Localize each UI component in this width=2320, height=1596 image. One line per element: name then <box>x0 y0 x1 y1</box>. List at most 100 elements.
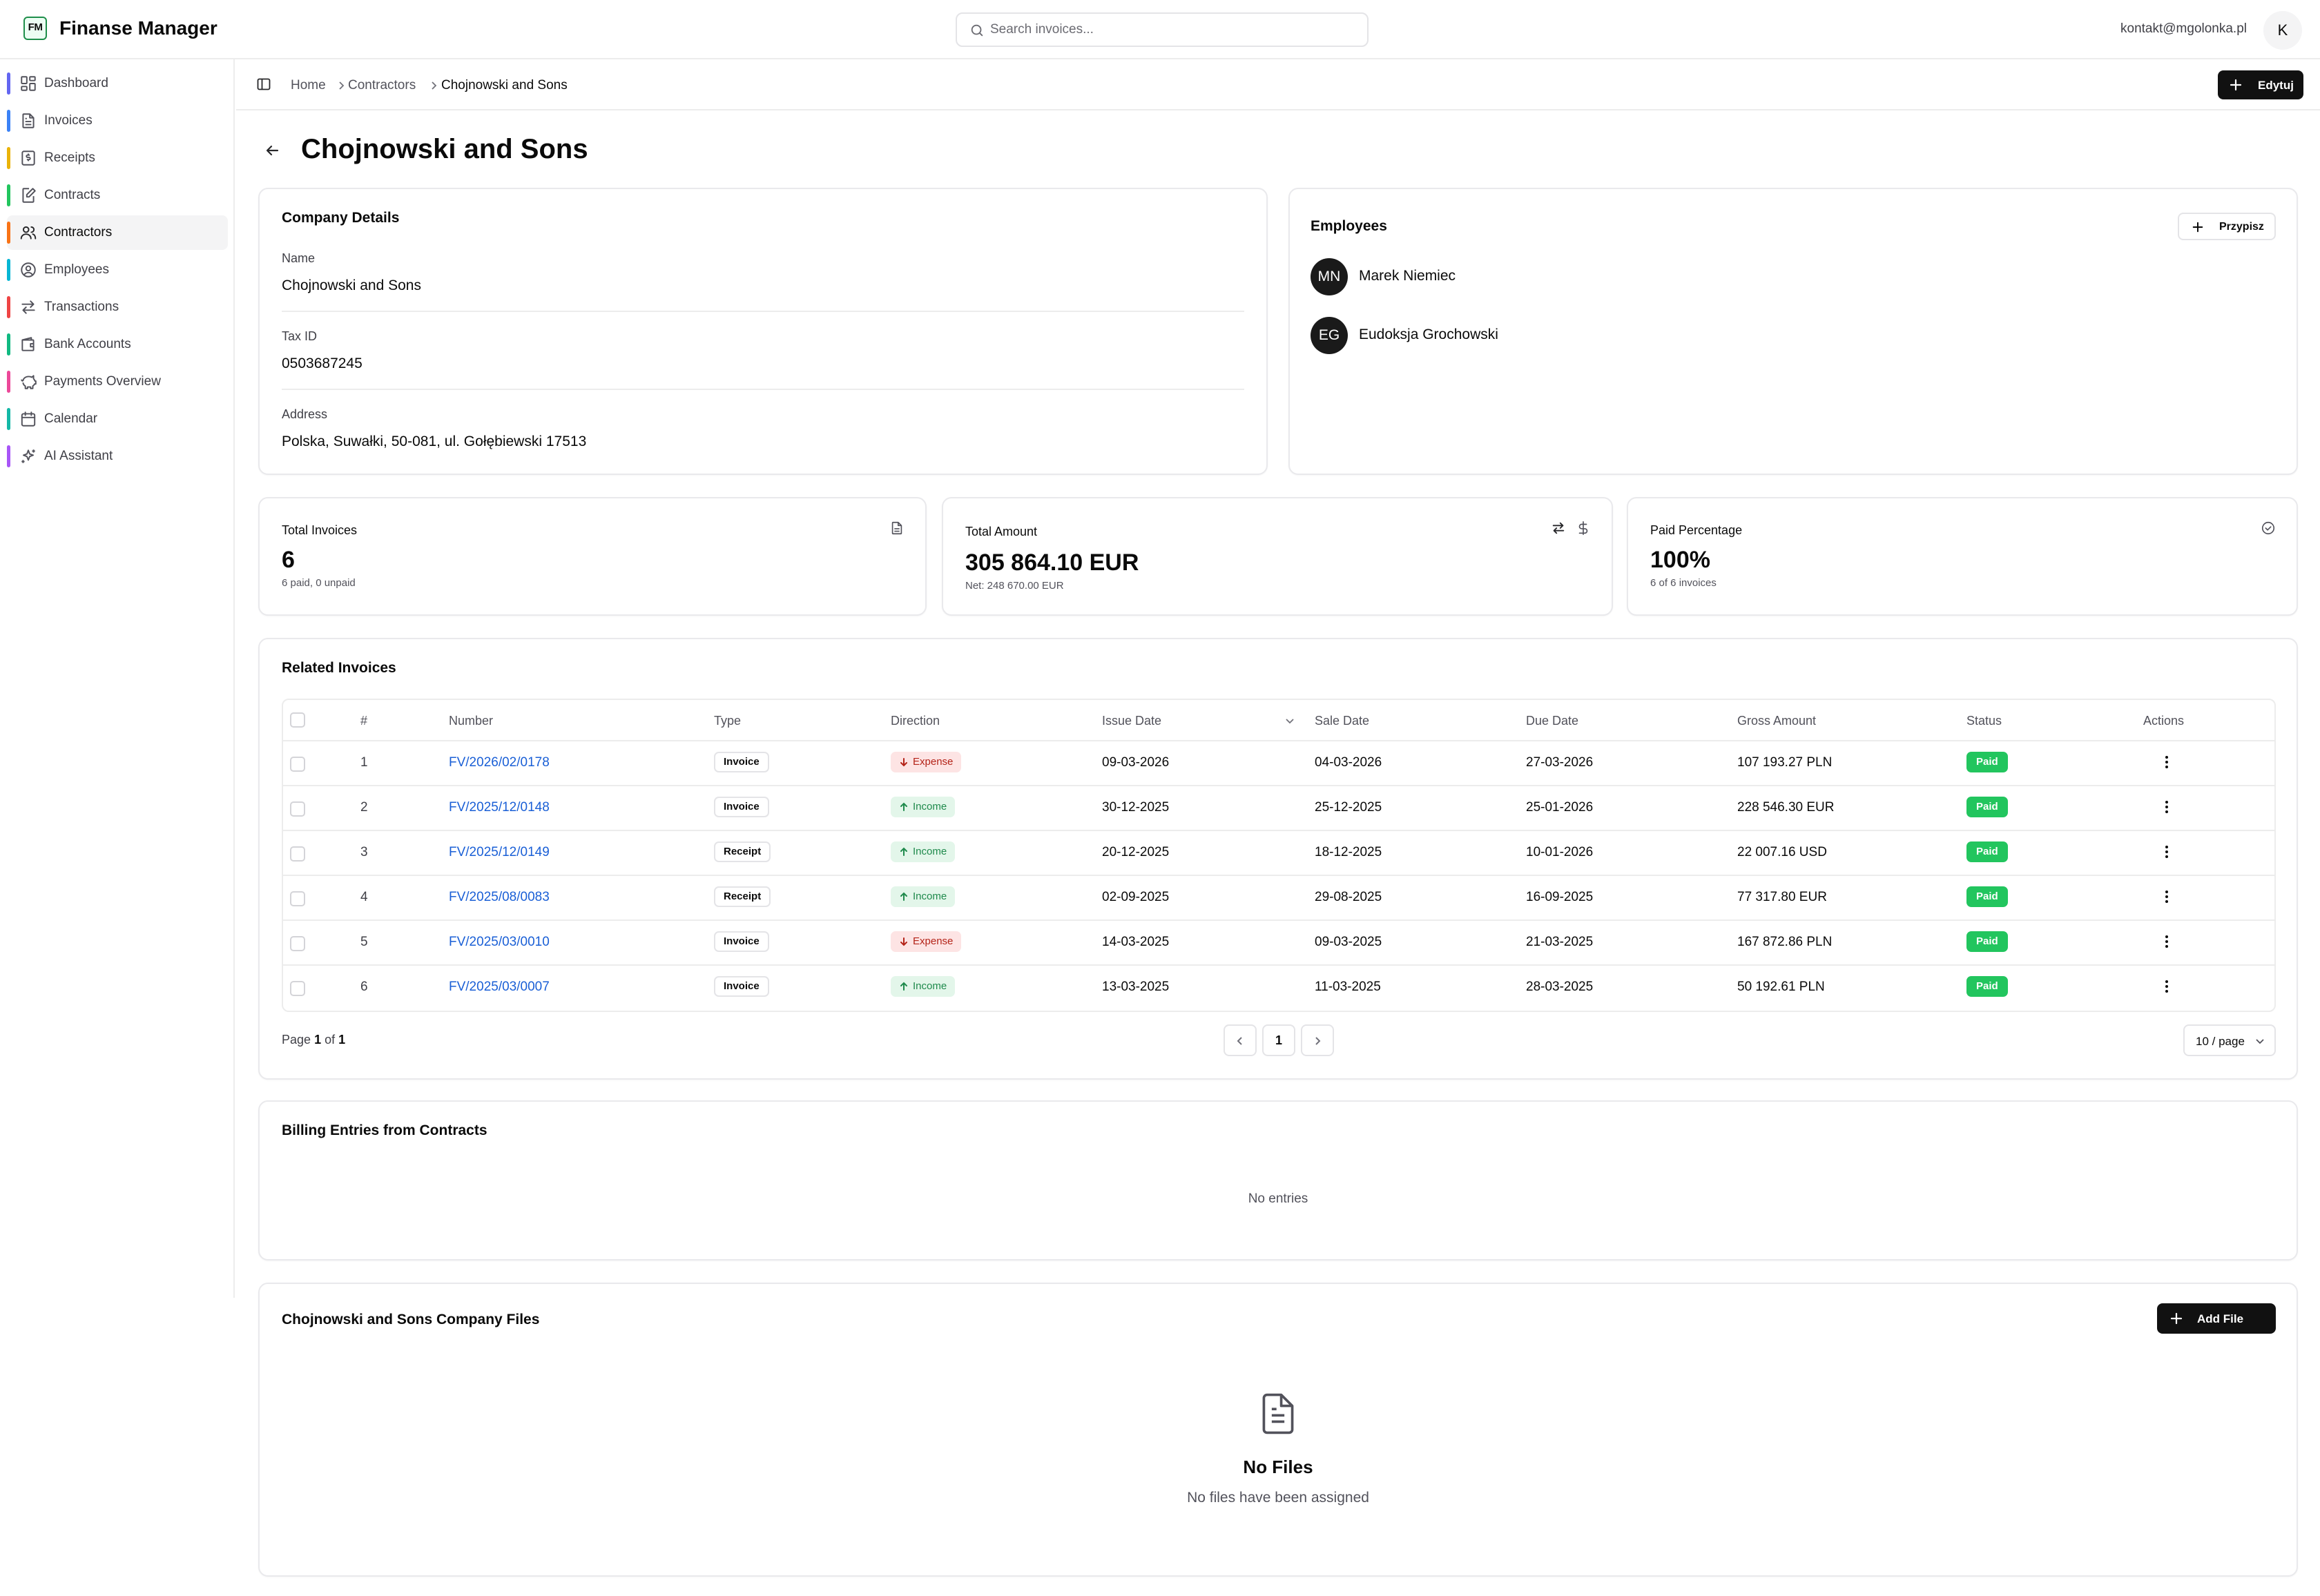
status-badge: Paid <box>1966 752 2008 772</box>
sidebar-item-label: Employees <box>44 262 109 277</box>
next-page-button[interactable] <box>1301 1024 1334 1056</box>
row-checkbox[interactable] <box>290 936 305 951</box>
invoice-number-link[interactable]: FV/2025/03/0010 <box>449 935 550 950</box>
address-value: Polska, Suwałki, 50-081, ul. Gołębiewski… <box>282 434 587 449</box>
breadcrumb-home[interactable]: Home <box>291 78 326 93</box>
page-1-button[interactable]: 1 <box>1262 1024 1295 1056</box>
invoice-number-link[interactable]: FV/2025/08/0083 <box>449 890 550 905</box>
row-checkbox[interactable] <box>290 757 305 772</box>
more-vertical-icon[interactable] <box>2158 888 2175 905</box>
sidebar-item-contractors[interactable]: Contractors <box>7 215 228 250</box>
issue-date: 20-12-2025 <box>1102 845 1170 859</box>
app-title[interactable]: Finanse Manager <box>59 17 218 39</box>
column-header[interactable]: Due Date <box>1526 714 1578 728</box>
company-files-card: Chojnowski and Sons Company Files Add Fi… <box>258 1283 2298 1577</box>
edit-button-label: Edytuj <box>2258 79 2294 92</box>
chevron-left-icon <box>1237 1037 1242 1045</box>
sidebar-item-transactions[interactable]: Transactions <box>7 290 228 324</box>
table-header: # Number Type Direction Issue Date Sale … <box>283 700 2274 740</box>
nav-color-bar <box>7 259 10 281</box>
invoices-table: # Number Type Direction Issue Date Sale … <box>282 699 2276 1012</box>
sidebar-item-payments-overview[interactable]: Payments Overview <box>7 364 228 399</box>
edit-button[interactable]: Edytuj <box>2218 70 2303 99</box>
sort-chevron-down-icon[interactable] <box>1284 715 1295 726</box>
sidebar-item-employees[interactable]: Employees <box>7 253 228 287</box>
breadcrumb-contractors[interactable]: Contractors <box>348 78 416 93</box>
table-row[interactable]: 1 FV/2026/02/0178 Invoice Expense 09-03-… <box>283 740 2274 785</box>
sidebar-item-receipts[interactable]: Receipts <box>7 141 228 175</box>
pagination-current: 1 <box>314 1033 322 1047</box>
row-checkbox[interactable] <box>290 846 305 862</box>
tax-id-label: Tax ID <box>282 329 318 343</box>
more-vertical-icon[interactable] <box>2158 933 2175 950</box>
stat-label: Total Invoices <box>282 523 358 537</box>
sidebar-item-dashboard[interactable]: Dashboard <box>7 66 228 101</box>
column-header[interactable]: Issue Date <box>1102 714 1161 728</box>
sidebar-item-ai-assistant[interactable]: AI Assistant <box>7 439 228 474</box>
invoice-number-link[interactable]: FV/2025/12/0148 <box>449 800 550 815</box>
employee-name[interactable]: Marek Niemiec <box>1359 268 1456 284</box>
user-avatar[interactable]: K <box>2263 11 2302 50</box>
nav-color-bar <box>7 147 10 169</box>
page-size-select[interactable]: 10 / page <box>2183 1024 2276 1056</box>
search-input[interactable] <box>990 20 1349 39</box>
search-box[interactable] <box>956 12 1369 47</box>
sidebar-toggle-icon[interactable] <box>255 76 272 93</box>
column-header[interactable]: Type <box>714 714 741 728</box>
table-row[interactable]: 2 FV/2025/12/0148 Invoice Income 30-12-2… <box>283 785 2274 830</box>
sidebar-item-contracts[interactable]: Contracts <box>7 178 228 213</box>
status-badge: Paid <box>1966 976 2008 997</box>
more-vertical-icon[interactable] <box>2158 799 2175 815</box>
arrow-up-icon <box>900 892 907 901</box>
direction-badge: Income <box>891 886 956 907</box>
transfer-icon[interactable] <box>1551 520 1566 536</box>
nav-color-bar <box>7 222 10 244</box>
column-header[interactable]: Number <box>449 714 493 728</box>
more-vertical-icon[interactable] <box>2158 844 2175 860</box>
more-vertical-icon[interactable] <box>2158 978 2175 995</box>
table-row[interactable]: 6 FV/2025/03/0007 Invoice Income 13-03-2… <box>283 964 2274 1009</box>
column-header[interactable]: Gross Amount <box>1737 714 1816 728</box>
row-checkbox[interactable] <box>290 801 305 817</box>
dashboard-icon <box>21 76 36 91</box>
sidebar-item-bank-accounts[interactable]: Bank Accounts <box>7 327 228 362</box>
table-row[interactable]: 5 FV/2025/03/0010 Invoice Expense 14-03-… <box>283 919 2274 964</box>
type-badge: Invoice <box>714 931 769 952</box>
invoice-number-link[interactable]: FV/2025/03/0007 <box>449 980 550 995</box>
sidebar-item-calendar[interactable]: Calendar <box>7 402 228 436</box>
nav-color-bar <box>7 72 10 95</box>
stat-label: Paid Percentage <box>1650 523 1743 537</box>
stat-value: 305 864.10 EUR <box>965 549 1139 576</box>
app-logo[interactable]: FM <box>23 17 47 40</box>
company-files-title: Chojnowski and Sons Company Files <box>282 1312 540 1327</box>
sidebar-item-invoices[interactable]: Invoices <box>7 104 228 138</box>
add-file-button[interactable]: Add File <box>2157 1303 2276 1334</box>
nav-color-bar <box>7 110 10 132</box>
transfer-icon <box>21 300 35 314</box>
invoice-number-link[interactable]: FV/2025/12/0149 <box>449 845 550 860</box>
invoice-number-link[interactable]: FV/2026/02/0178 <box>449 755 550 770</box>
column-header[interactable]: Status <box>1966 714 2002 728</box>
row-checkbox[interactable] <box>290 981 305 996</box>
select-all-checkbox[interactable] <box>290 712 305 728</box>
column-header[interactable]: Direction <box>891 714 940 728</box>
back-arrow-icon[interactable] <box>264 142 282 159</box>
arrow-up-icon <box>900 802 907 811</box>
row-checkbox[interactable] <box>290 891 305 906</box>
sale-date: 29-08-2025 <box>1315 890 1382 904</box>
nav-color-bar <box>7 408 10 430</box>
assign-employee-button[interactable]: Przypisz <box>2178 213 2276 240</box>
issue-date: 13-03-2025 <box>1102 980 1170 994</box>
table-row[interactable]: 4 FV/2025/08/0083 Receipt Income 02-09-2… <box>283 875 2274 919</box>
chevron-right-icon <box>1315 1037 1321 1045</box>
prev-page-button[interactable] <box>1224 1024 1257 1056</box>
sidebar-item-label: Dashboard <box>44 76 108 90</box>
column-header[interactable]: Sale Date <box>1315 714 1369 728</box>
status-badge: Paid <box>1966 931 2008 952</box>
nav-color-bar <box>7 333 10 356</box>
employee-name[interactable]: Eudoksja Grochowski <box>1359 327 1498 343</box>
chevron-down-icon <box>2256 1039 2264 1044</box>
more-vertical-icon[interactable] <box>2158 754 2175 770</box>
table-row[interactable]: 3 FV/2025/12/0149 Receipt Income 20-12-2… <box>283 830 2274 875</box>
row-number: 4 <box>360 890 368 904</box>
